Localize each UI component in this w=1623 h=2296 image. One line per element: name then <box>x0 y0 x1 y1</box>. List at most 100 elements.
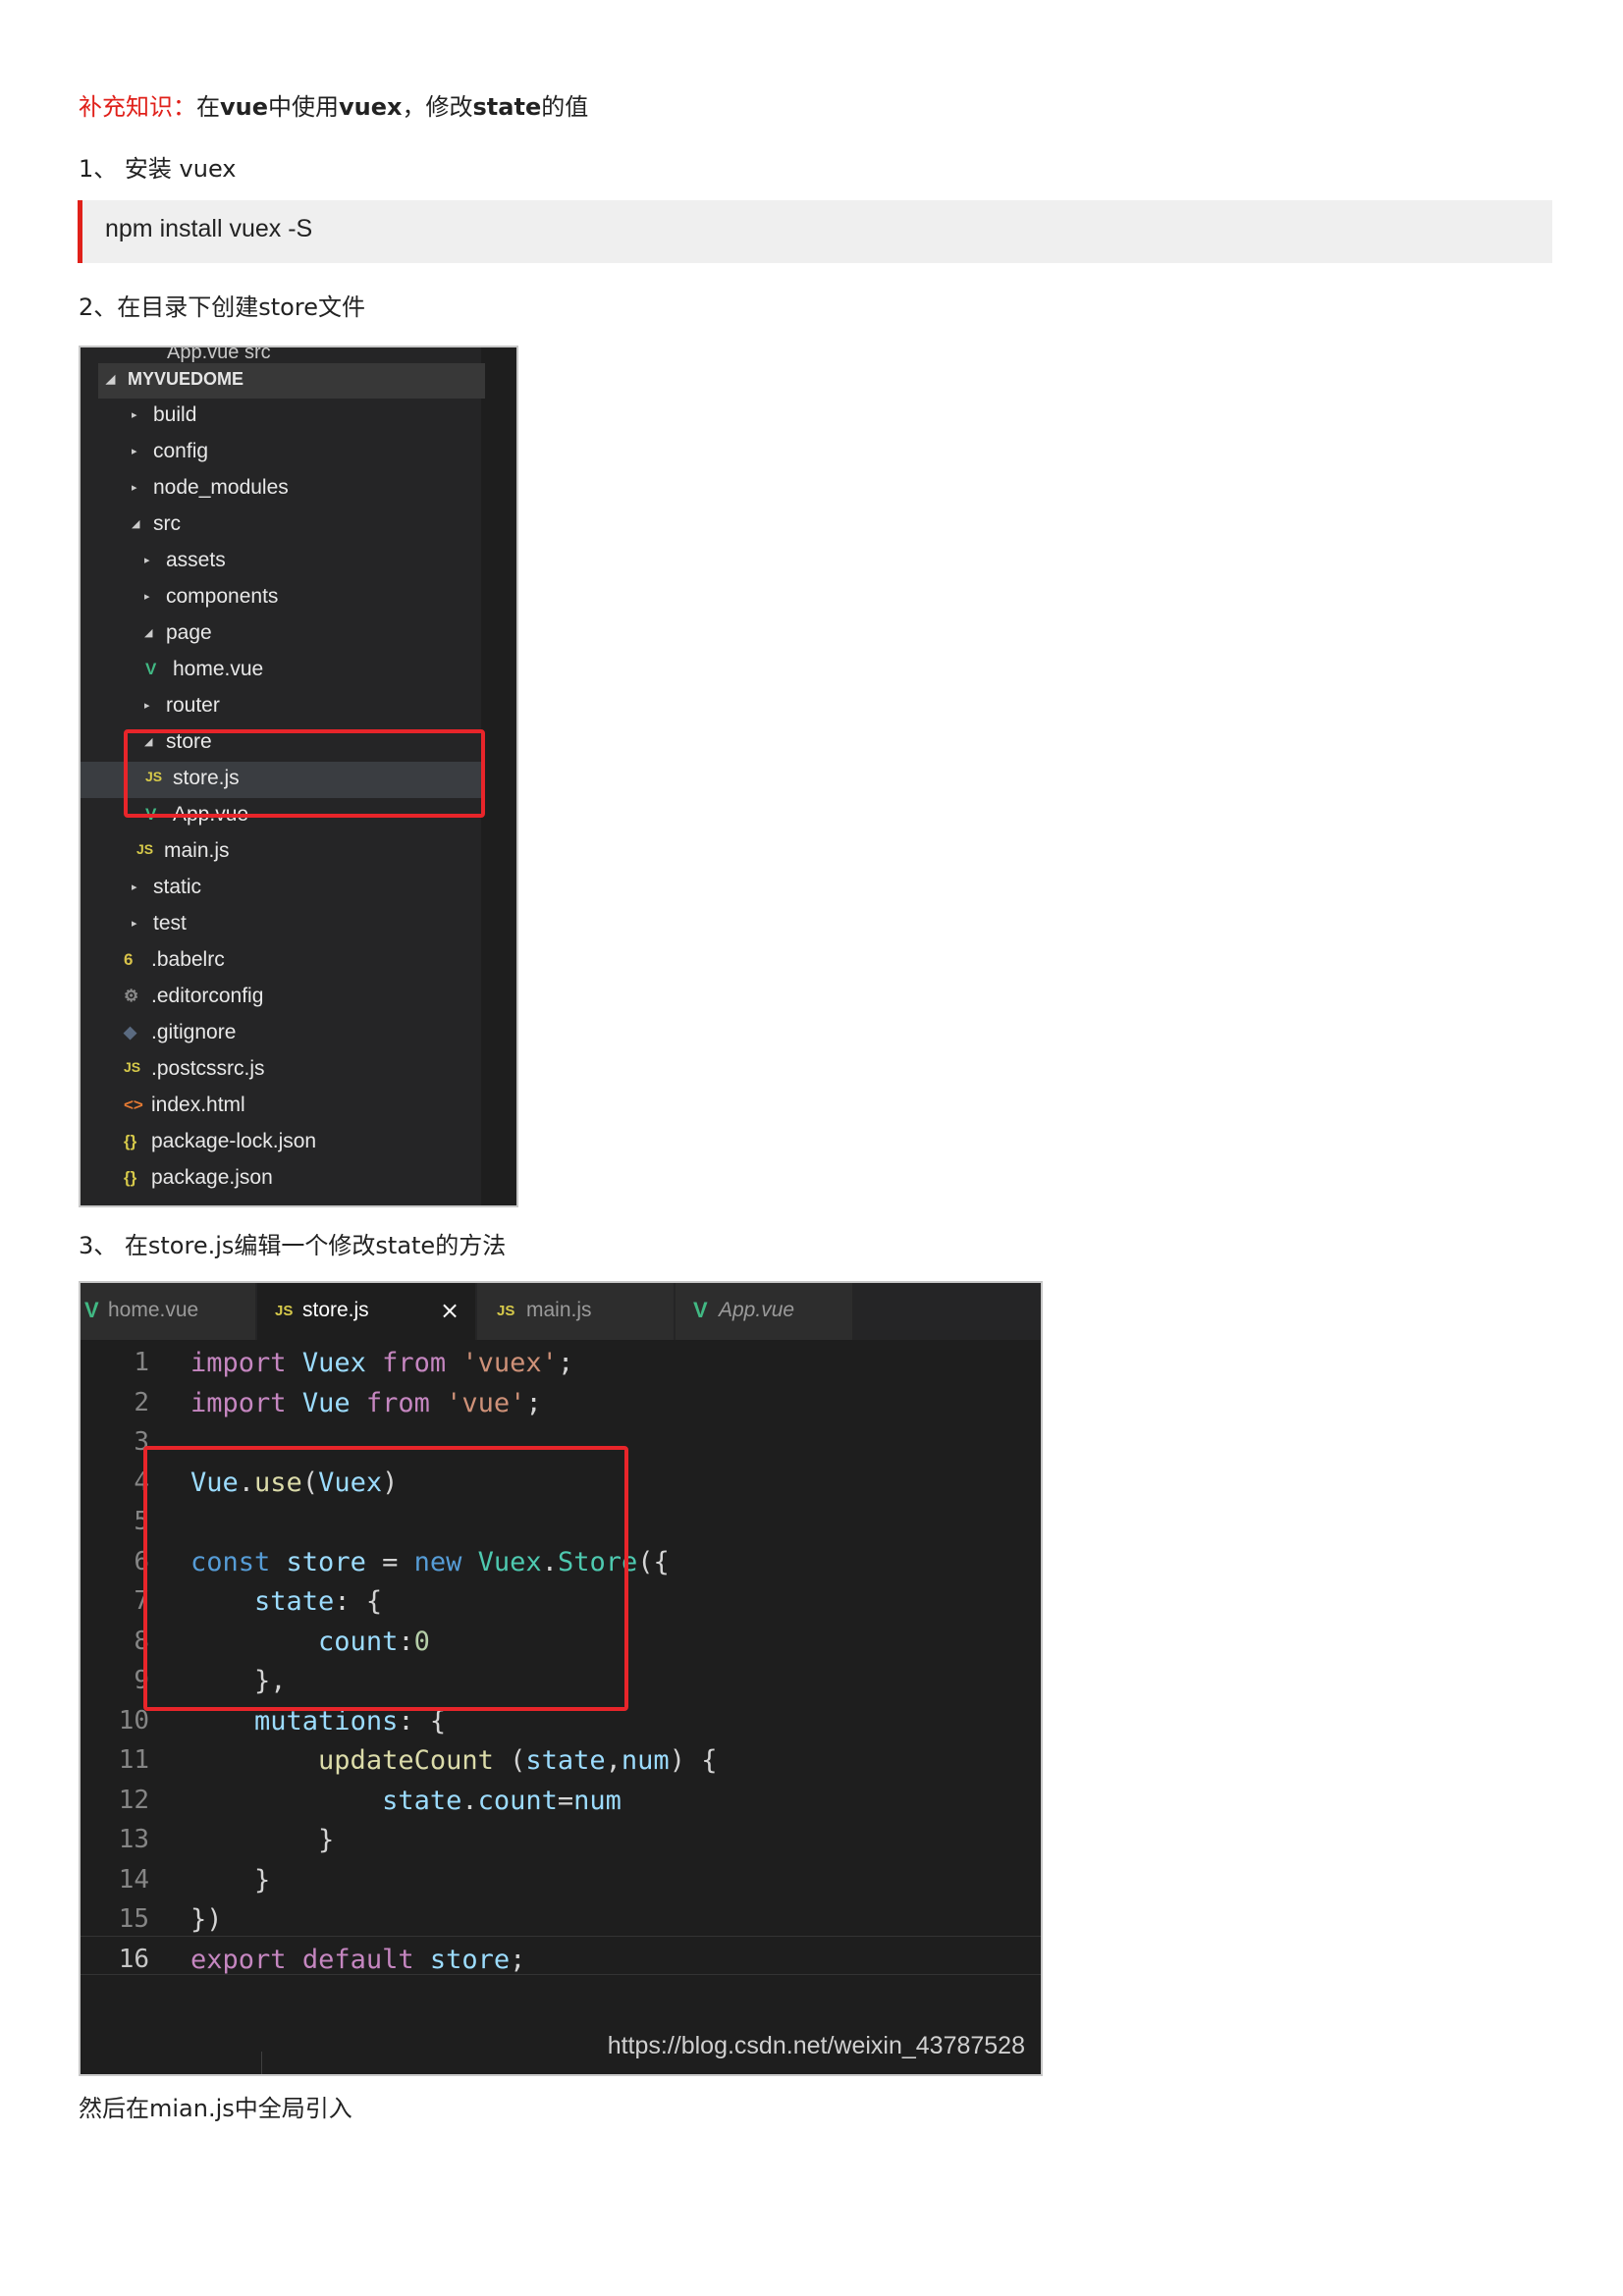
tab-store-js[interactable]: JS store.js × <box>257 1283 475 1340</box>
tree-item-label: static <box>153 876 202 898</box>
line-number: 8 <box>134 1627 149 1656</box>
heading-prefix: 补充知识： <box>79 93 196 121</box>
tree-item-label: node_modules <box>153 476 289 499</box>
explorer-scrollbar <box>481 347 516 1205</box>
line-number: 12 <box>118 1786 149 1815</box>
tree-item[interactable]: ▸ test <box>81 907 481 943</box>
code-text: updateCount (state,num) { <box>318 1745 718 1776</box>
code-line: 1 import Vuex from 'vuex'; <box>81 1344 1041 1383</box>
line-number: 13 <box>118 1825 149 1854</box>
code-line: 2 import Vue from 'vue'; <box>81 1384 1041 1423</box>
tree-item[interactable]: 6 .babelrc <box>81 943 481 980</box>
tree-item[interactable]: ▸ static <box>81 871 481 907</box>
line-number: 16 <box>118 1945 149 1974</box>
chevron-right-icon: ▸ <box>132 445 137 457</box>
js-icon: JS <box>136 841 154 857</box>
tree-item[interactable]: <> index.html <box>81 1089 481 1125</box>
editor-screenshot: V home.vue JS store.js × JS main.js V Ap… <box>79 1281 1043 2076</box>
line-number: 9 <box>134 1666 149 1695</box>
chevron-right-icon: ▸ <box>132 917 137 930</box>
tree-item-label: .editorconfig <box>151 985 264 1007</box>
tree-item-label: main.js <box>164 839 230 862</box>
tree-item[interactable]: Vhome.vue <box>81 653 481 689</box>
line-number: 11 <box>118 1745 149 1775</box>
code-text: } <box>190 1825 335 1855</box>
js-icon: JS <box>497 1303 515 1319</box>
tree-item-label: .postcssrc.js <box>151 1057 265 1080</box>
line-number: 2 <box>134 1388 149 1417</box>
chevron-down-icon: ◢ <box>132 517 140 530</box>
line-number: 3 <box>134 1427 149 1457</box>
gear-icon: ⚙ <box>124 987 139 1005</box>
code-text: export default store; <box>190 1945 526 1975</box>
line-number: 15 <box>118 1904 149 1934</box>
step-3: 3、 在store.js编辑一个修改state的方法 <box>79 1232 507 1259</box>
tree-item[interactable]: ◢ src <box>81 507 481 544</box>
tab-home-vue[interactable]: V home.vue <box>81 1283 255 1340</box>
tree-item[interactable]: {} package-lock.json <box>81 1125 481 1161</box>
explorer-root-label: MYVUEDOME <box>128 369 244 389</box>
code-line: 12 state.count=num <box>81 1782 1041 1821</box>
code-text: } <box>190 1865 271 1896</box>
code-line: 13 } <box>81 1821 1041 1860</box>
install-command: npm install vuex -S <box>105 215 313 242</box>
tree-item[interactable]: ▸ components <box>81 580 481 616</box>
chevron-right-icon: ▸ <box>144 590 150 603</box>
tree-item[interactable]: ▸ node_modules <box>81 471 481 507</box>
json-icon: {} <box>124 1132 137 1150</box>
explorer-root-header: ◢ MYVUEDOME <box>98 363 485 399</box>
install-command-block: npm install vuex -S <box>78 200 1552 263</box>
store-definition-highlight-box <box>143 1446 628 1711</box>
tree-item-label: router <box>166 694 220 717</box>
chevron-right-icon: ▸ <box>144 554 150 566</box>
tree-item[interactable]: ▸ config <box>81 435 481 471</box>
tree-item[interactable]: JS main.js <box>81 834 481 871</box>
js-icon: JS <box>124 1059 141 1075</box>
code-text: }) <box>190 1904 223 1935</box>
tree-item[interactable]: ⚙ .editorconfig <box>81 980 481 1016</box>
tree-item-label: .gitignore <box>151 1021 237 1043</box>
html-icon: <> <box>124 1095 143 1114</box>
step-2: 2、在目录下创建store文件 <box>79 294 365 321</box>
chevron-down-icon: ◢ <box>106 372 116 386</box>
tree-item-label: config <box>153 440 209 462</box>
store-highlight-box <box>124 729 485 818</box>
tree-item-label: page <box>166 621 212 644</box>
tree-item-label: assets <box>166 549 226 571</box>
tree-item-label: index.html <box>151 1094 245 1116</box>
close-icon[interactable]: × <box>440 1297 460 1324</box>
tab-app-vue[interactable]: V App.vue <box>676 1283 852 1340</box>
section-heading: 补充知识：在vue中使用vuex，修改state的值 <box>79 93 589 121</box>
git-icon: ◆ <box>124 1023 137 1041</box>
line-number: 14 <box>118 1865 149 1895</box>
explorer-screenshot: App.vue src ◢ MYVUEDOME ▸ build ▸ config ▸ no… <box>79 346 518 1207</box>
code-line: 14 } <box>81 1861 1041 1900</box>
tree-item[interactable]: JS .postcssrc.js <box>81 1052 481 1089</box>
tree-item-label: .babelrc <box>151 948 225 971</box>
code-text: import Vuex from 'vuex'; <box>190 1348 574 1378</box>
tree-item[interactable]: ◆ .gitignore <box>81 1016 481 1052</box>
chevron-right-icon: ▸ <box>132 881 137 893</box>
tree-item[interactable]: ◢ page <box>81 616 481 653</box>
tree-item-label: package-lock.json <box>151 1130 317 1152</box>
tree-item[interactable]: {} package.json <box>81 1161 481 1198</box>
chevron-right-icon: ▸ <box>132 481 137 494</box>
babel-icon: 6 <box>124 950 134 969</box>
code-line: 15}) <box>81 1900 1041 1940</box>
line-number: 4 <box>134 1468 149 1497</box>
tab-main-js[interactable]: JS main.js <box>477 1283 674 1340</box>
code-text: import Vue from 'vue'; <box>190 1388 542 1418</box>
tree-item-label: home.vue <box>173 658 264 680</box>
editor-tab-bar: V home.vue JS store.js × JS main.js V Ap… <box>81 1283 1041 1340</box>
vue-icon: V <box>84 1298 99 1322</box>
vue-icon: V <box>145 660 157 678</box>
code-text: state.count=num <box>382 1786 622 1816</box>
line-number: 7 <box>134 1586 149 1616</box>
tree-item[interactable]: ▸ router <box>81 689 481 725</box>
step-1: 1、 安装 vuex <box>79 155 237 183</box>
tree-item[interactable]: ▸ assets <box>81 544 481 580</box>
tree-item-label: src <box>153 512 181 535</box>
tree-item[interactable]: ▸ build <box>81 399 481 435</box>
chevron-down-icon: ◢ <box>144 626 153 639</box>
indent-guide <box>261 2052 262 2074</box>
